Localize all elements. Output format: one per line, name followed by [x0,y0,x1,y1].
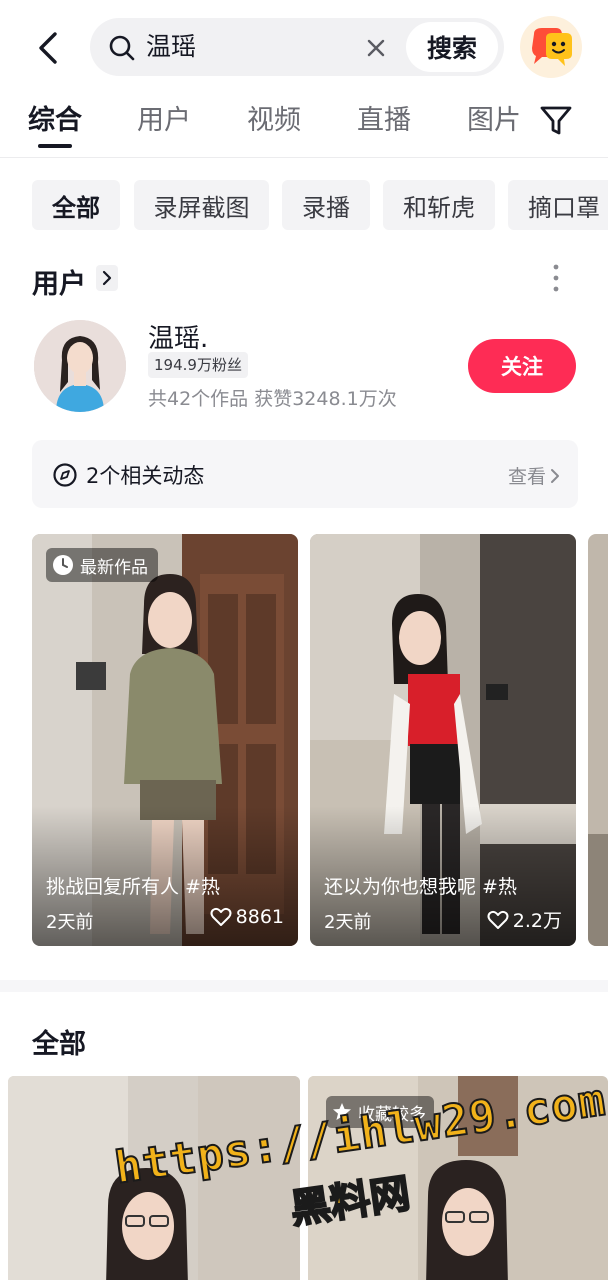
heart-icon [487,910,509,929]
video-likes-count: 8861 [235,906,284,928]
latest-badge-label: 最新作品 [80,557,148,578]
video-time: 2天前 [324,912,372,933]
video-likes: 8861 [210,906,284,928]
users-more-chevron-icon[interactable] [96,265,118,291]
search-input[interactable]: 温瑶 [146,30,196,64]
view-activity-link[interactable]: 查看 [508,462,560,489]
chip-screenshots[interactable]: 录屏截图 [134,180,269,230]
related-activity-row[interactable]: 2个相关动态 查看 [32,440,578,508]
tab-videos[interactable]: 视频 [247,102,301,140]
filter-icon[interactable] [538,102,574,138]
tab-active-indicator [38,144,72,148]
chip-mask-off[interactable]: 摘口罩 [508,180,608,230]
user-avatar[interactable] [34,320,126,412]
video-time: 2天前 [46,912,94,933]
filter-chips: 全部 录屏截图 录播 和斩虎 摘口罩 [0,180,608,232]
view-activity-label: 查看 [507,466,546,488]
more-options-icon[interactable] [546,262,566,294]
video-likes-count: 2.2万 [512,910,562,932]
fans-count-badge: 194.9万粉丝 [148,352,248,378]
back-button[interactable] [26,26,70,70]
result-tabs: 综合 用户 视频 直播 图片 [0,92,608,158]
back-arrow-icon [39,32,57,64]
top-bar: 温瑶 搜索 [0,0,608,92]
clear-icon[interactable] [362,34,390,62]
user-name[interactable]: 温瑶. [148,318,208,355]
section-divider [0,980,608,992]
video-thumbnail [588,534,608,946]
video-likes: 2.2万 [487,906,562,933]
tab-users[interactable]: 用户 [137,102,191,140]
compass-icon [53,463,77,487]
video-card[interactable]: 还以为你也想我呢 #热 2天前 2.2万 [310,534,576,946]
heart-icon [210,907,232,926]
search-button[interactable]: 搜索 [406,22,498,72]
follow-button[interactable]: 关注 [468,339,576,393]
tab-live[interactable]: 直播 [357,102,411,140]
search-icon [109,35,135,61]
activity-count-label: 2个相关动态 [86,464,205,488]
chevron-right-icon [551,468,559,483]
video-card[interactable]: 最新作品 挑战回复所有人 #热 2天前 8861 [32,534,298,946]
watermark-name: 黑料网 [287,1170,414,1234]
video-title: 挑战回复所有人 #热 [46,876,220,898]
clock-icon [53,555,73,575]
video-title: 还以为你也想我呢 #热 [324,876,517,898]
mascot-avatar-icon[interactable] [520,16,582,78]
users-section-title: 用户 [32,269,86,300]
tab-overall[interactable]: 综合 [28,102,82,140]
chip-all[interactable]: 全部 [32,180,120,230]
chip-replays[interactable]: 录播 [282,180,370,230]
video-card-partial[interactable] [588,534,608,946]
user-stats: 共42个作品 获赞3248.1万次 [148,388,397,410]
all-section-title: 全部 [32,1029,86,1060]
latest-badge: 最新作品 [46,548,158,582]
tab-images[interactable]: 图片 [467,102,521,140]
chip-hezhanhu[interactable]: 和斩虎 [383,180,495,230]
search-box[interactable]: 温瑶 搜索 [90,18,504,76]
